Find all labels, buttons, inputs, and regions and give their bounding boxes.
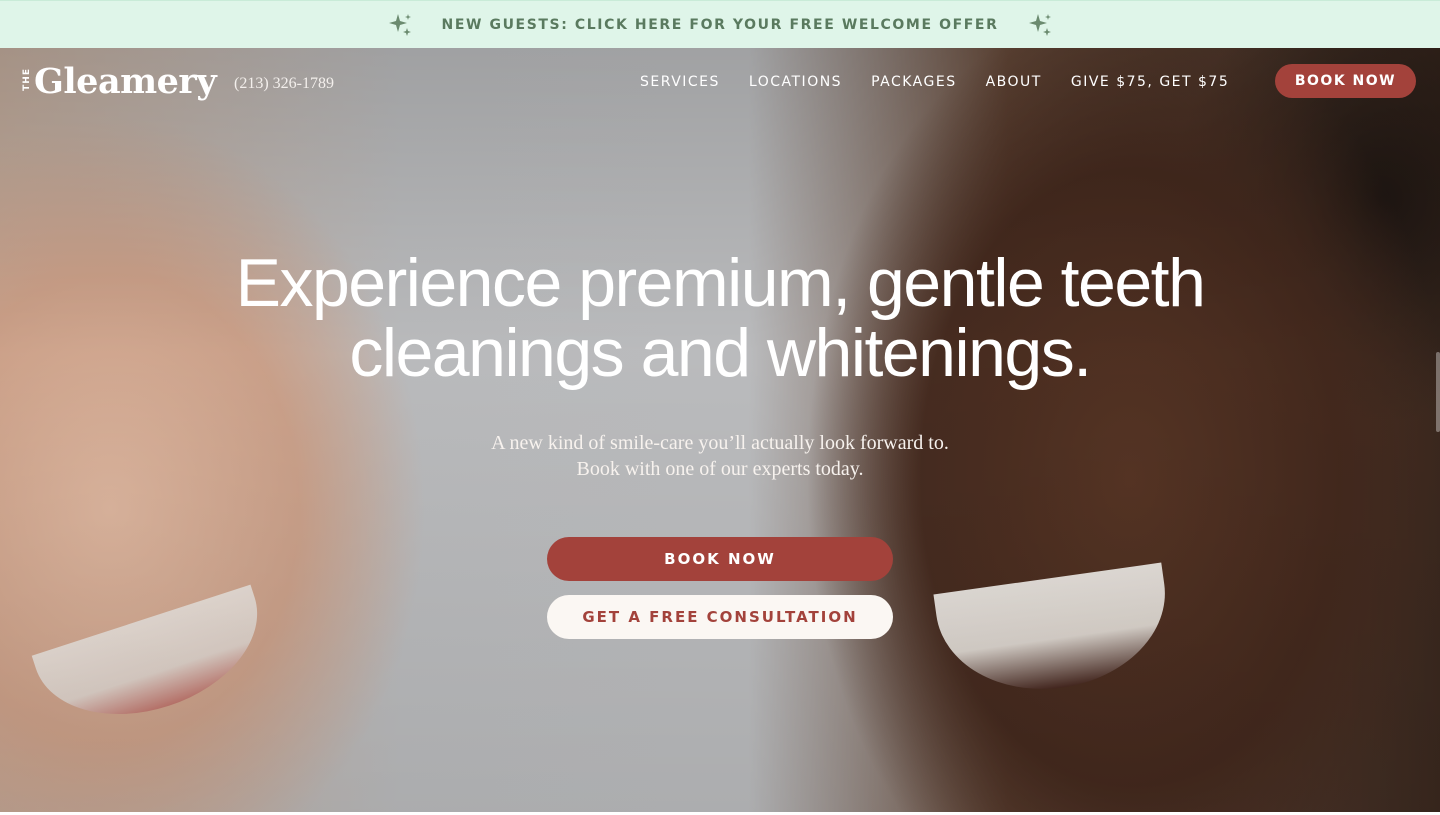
nav-links: SERVICES LOCATIONS PACKAGES ABOUT GIVE $… <box>640 74 1229 90</box>
logo-wordmark: Gleamery <box>34 61 217 102</box>
sparkle-icon <box>388 13 411 36</box>
sparkle-icon <box>1029 13 1052 36</box>
nav-link-about[interactable]: ABOUT <box>986 74 1042 90</box>
phone-link[interactable]: (213) 326-1789 <box>234 75 334 93</box>
hero-sub-line2: Book with one of our experts today. <box>576 458 864 480</box>
hero-headline-line1: Experience premium, gentle teeth <box>235 245 1206 321</box>
hero-sub-line1: A new kind of smile-care you’ll actually… <box>491 432 949 454</box>
nav-link-packages[interactable]: PACKAGES <box>871 74 957 90</box>
nav-link-referral[interactable]: GIVE $75, GET $75 <box>1071 74 1229 90</box>
free-consultation-button[interactable]: GET A FREE CONSULTATION <box>547 595 893 639</box>
hero-headline-line2: cleanings and whitenings. <box>349 315 1092 391</box>
nav-link-locations[interactable]: LOCATIONS <box>749 74 842 90</box>
site-logo[interactable]: THE Gleamery <box>22 61 217 102</box>
main-navigation: THE Gleamery (213) 326-1789 SERVICES LOC… <box>0 48 1440 118</box>
scrollbar-thumb[interactable] <box>1436 352 1440 432</box>
hero-subheadline: A new kind of smile-care you’ll actually… <box>320 430 1120 482</box>
logo-prefix: THE <box>22 68 32 91</box>
nav-link-services[interactable]: SERVICES <box>640 74 720 90</box>
hero-book-now-button[interactable]: BOOK NOW <box>547 537 893 581</box>
promo-offer-link[interactable]: NEW GUESTS: CLICK HERE FOR YOUR FREE WEL… <box>442 17 999 33</box>
promo-banner[interactable]: NEW GUESTS: CLICK HERE FOR YOUR FREE WEL… <box>0 0 1440 48</box>
nav-book-now-button[interactable]: BOOK NOW <box>1275 64 1416 98</box>
hero-headline: Experience premium, gentle teeth cleanin… <box>120 248 1320 388</box>
